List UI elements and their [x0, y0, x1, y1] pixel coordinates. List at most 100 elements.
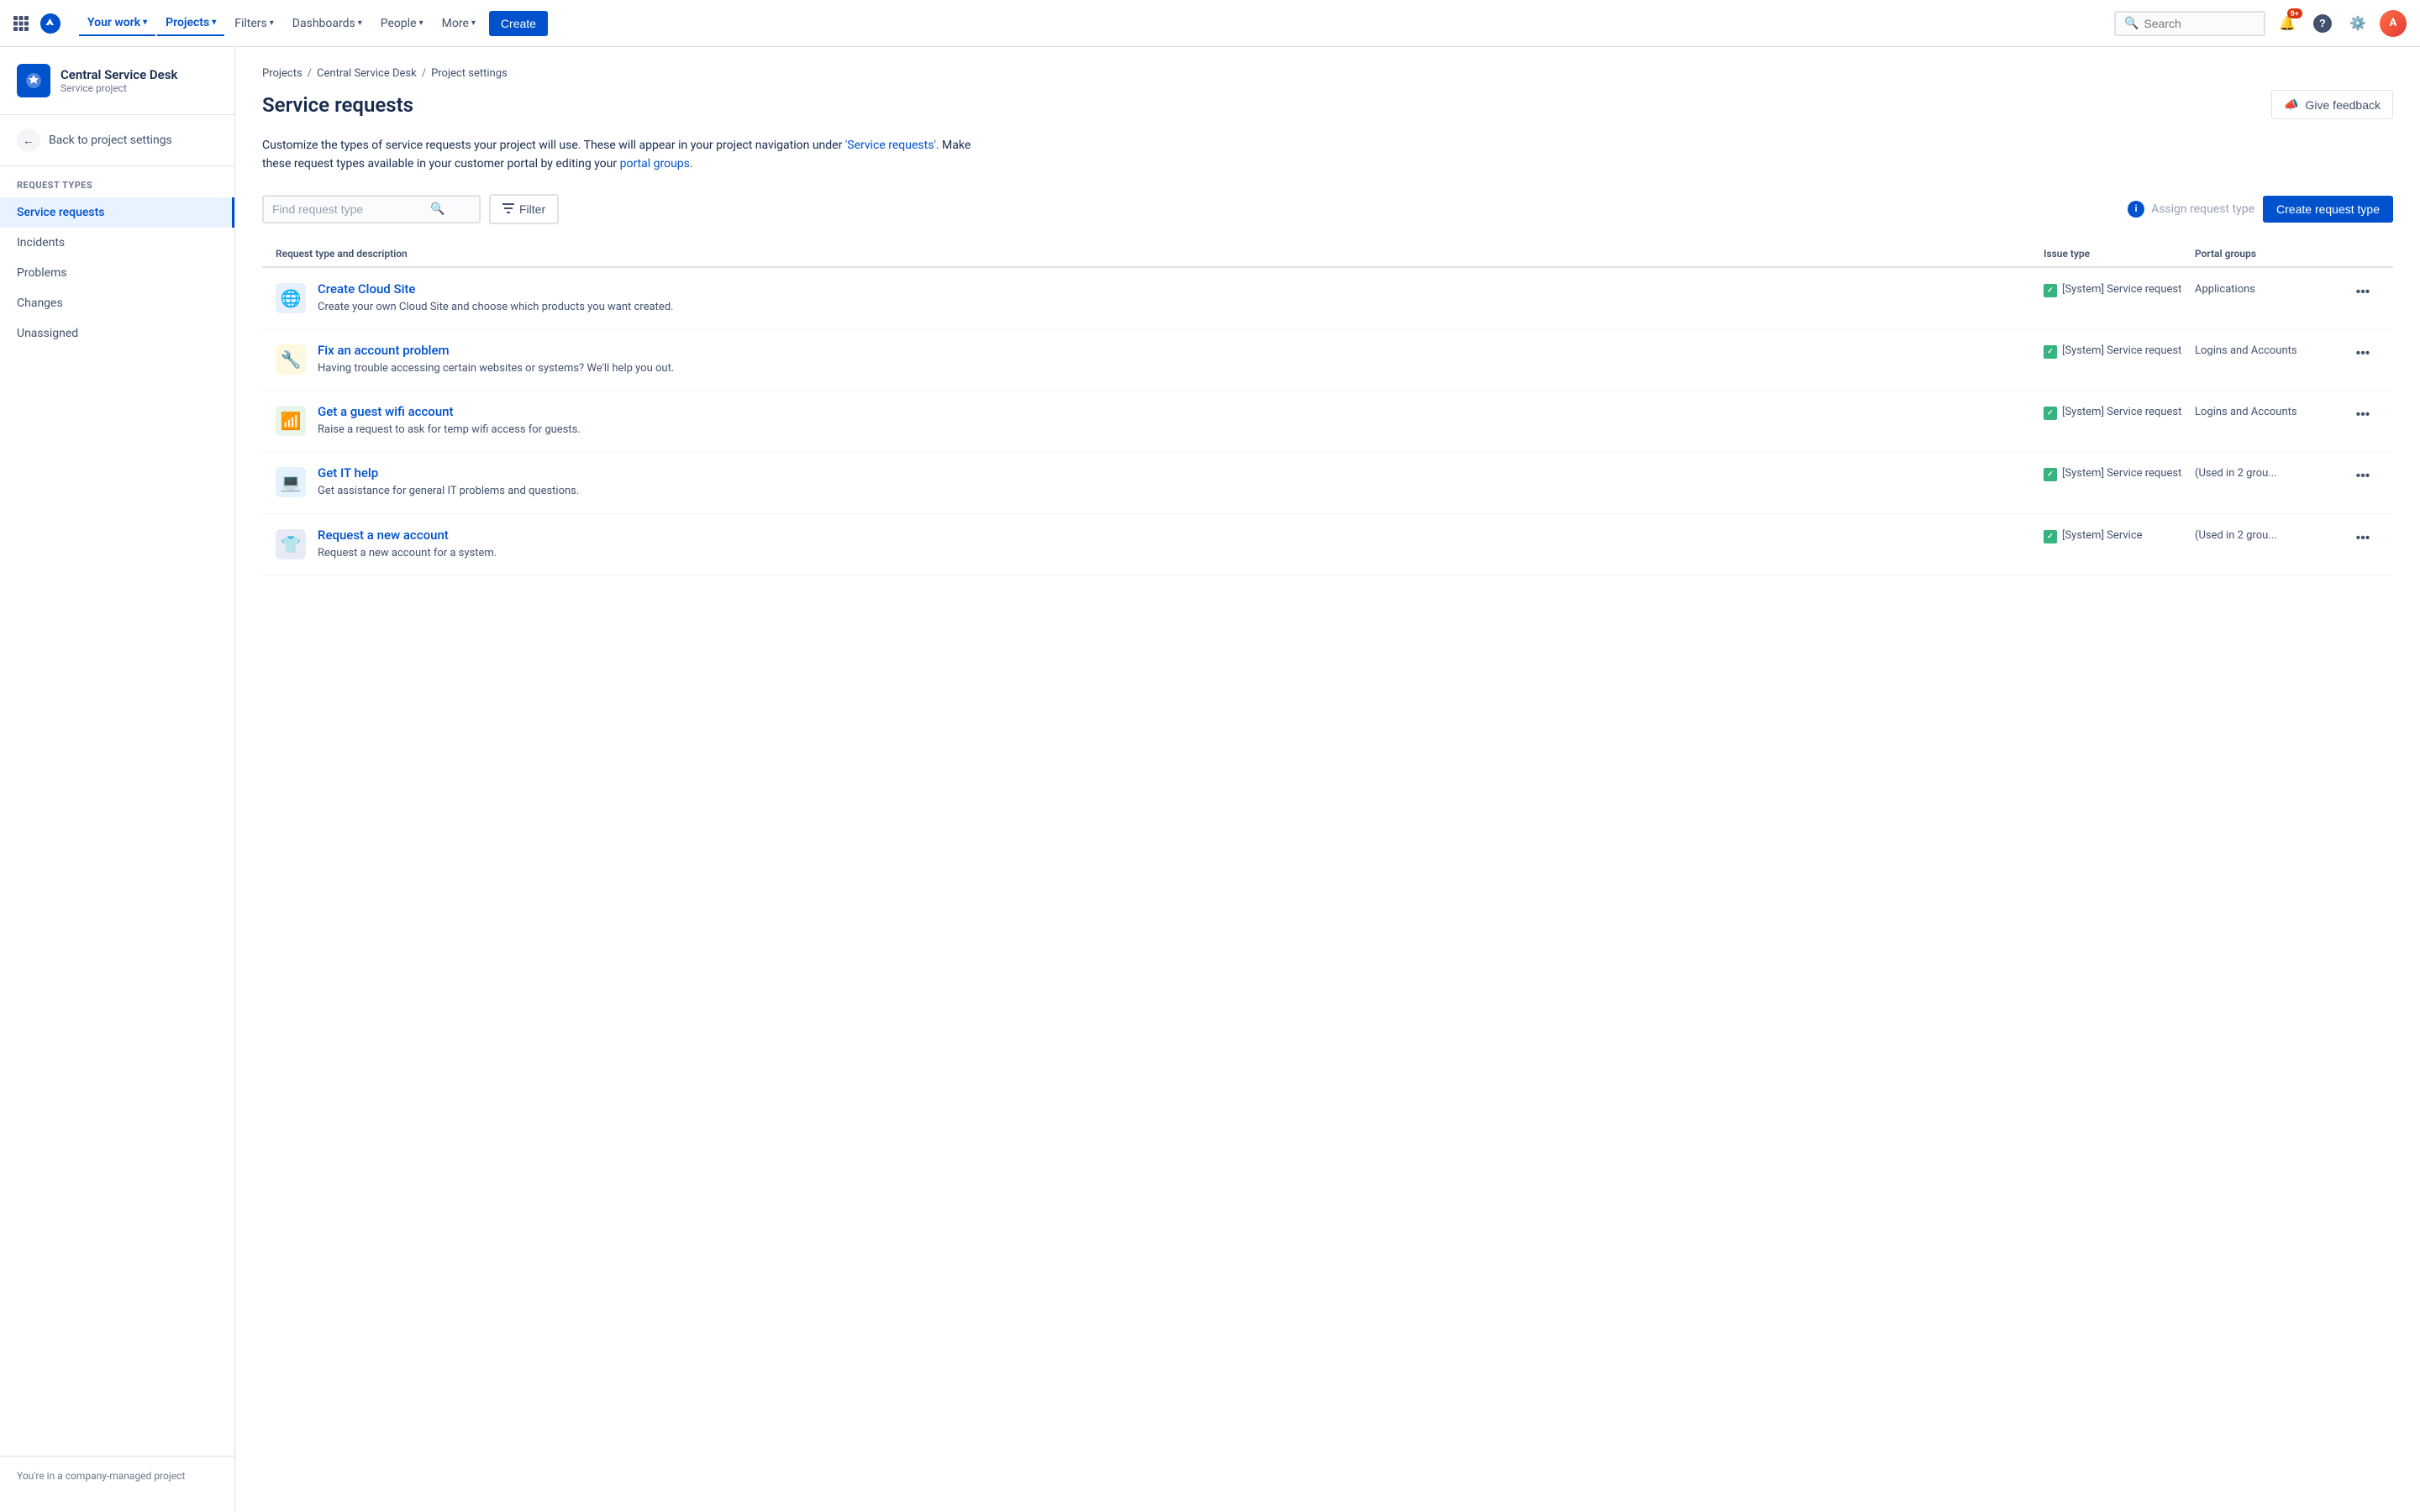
table-row: 👕 Request a new account Request a new ac…	[262, 514, 2393, 575]
create-button[interactable]: Create	[489, 11, 548, 36]
main-content: Projects / Central Service Desk / Projec…	[235, 47, 2420, 1512]
table-row: 📶 Get a guest wifi account Raise a reque…	[262, 391, 2393, 452]
request-desc-it-help: Get assistance for general IT problems a…	[318, 484, 2044, 499]
back-to-project-settings-button[interactable]: ← Back to project settings	[0, 115, 234, 166]
give-feedback-button[interactable]: 📣 Give feedback	[2271, 90, 2393, 119]
help-button[interactable]: ?	[2309, 10, 2336, 37]
issue-type-cell: ✓ [System] Service request	[2044, 404, 2195, 420]
breadcrumb-projects[interactable]: Projects	[262, 67, 302, 80]
sidebar-item-service-requests[interactable]: Service requests	[0, 197, 234, 228]
service-requests-link[interactable]: 'Service requests'	[845, 139, 936, 152]
request-type-cell: 📶 Get a guest wifi account Raise a reque…	[276, 404, 2044, 438]
portal-groups-link[interactable]: portal groups	[620, 157, 690, 171]
nav-item-filters[interactable]: Filters ▾	[226, 12, 282, 35]
issue-type-icon: ✓	[2044, 284, 2057, 297]
assign-type-wrapper: i Assign request type	[2128, 201, 2254, 218]
search-box[interactable]: 🔍	[2114, 11, 2265, 36]
sidebar-item-unassigned[interactable]: Unassigned	[0, 318, 234, 349]
issue-type-cell: ✓ [System] Service request	[2044, 343, 2195, 359]
table-row: 💻 Get IT help Get assistance for general…	[262, 452, 2393, 513]
col-request-type: Request type and description	[276, 248, 2044, 260]
page-title: Service requests	[262, 93, 413, 117]
project-avatar	[17, 64, 50, 97]
request-icon-account-problem: 🔧	[276, 344, 306, 375]
search-input[interactable]	[2144, 17, 2253, 30]
chevron-down-icon: ▾	[143, 18, 147, 27]
help-icon: ?	[2313, 14, 2332, 33]
avatar[interactable]: A	[2380, 10, 2407, 37]
request-type-cell: 👕 Request a new account Request a new ac…	[276, 528, 2044, 561]
sidebar-item-problems[interactable]: Problems	[0, 258, 234, 288]
page-description: Customize the types of service requests …	[262, 136, 985, 174]
breadcrumb-project-settings[interactable]: Project settings	[431, 67, 508, 80]
request-desc-wifi: Raise a request to ask for temp wifi acc…	[318, 423, 2044, 438]
issue-type-icon: ✓	[2044, 530, 2057, 543]
megaphone-icon: 📣	[2284, 97, 2298, 112]
table-body: 🌐 Create Cloud Site Create your own Clou…	[262, 268, 2393, 575]
nav-item-your-work[interactable]: Your work ▾	[79, 11, 155, 36]
find-request-type-input[interactable]	[272, 202, 424, 216]
sidebar-item-incidents[interactable]: Incidents	[0, 228, 234, 258]
chevron-down-icon: ▾	[212, 18, 216, 27]
request-info: Create Cloud Site Create your own Cloud …	[318, 281, 2044, 315]
portal-groups-cell: Applications	[2195, 281, 2346, 296]
create-request-type-button[interactable]: Create request type	[2263, 196, 2393, 223]
main-layout: Central Service Desk Service project ← B…	[0, 47, 2420, 1512]
request-name-account-problem[interactable]: Fix an account problem	[318, 343, 2044, 358]
more-actions-button-3[interactable]: •••	[2346, 465, 2380, 487]
issue-type-text: [System] Service request	[2062, 283, 2181, 296]
chevron-down-icon: ▾	[419, 18, 424, 28]
notifications-button[interactable]: 🔔 9+	[2274, 10, 2301, 37]
portal-groups-cell: Logins and Accounts	[2195, 343, 2346, 357]
col-issue-type: Issue type	[2044, 248, 2195, 260]
assign-type-text: Assign request type	[2151, 202, 2254, 216]
find-request-type-wrapper[interactable]: 🔍	[262, 195, 481, 223]
grid-icon[interactable]	[13, 16, 29, 31]
request-icon-wifi: 📶	[276, 406, 306, 436]
breadcrumb-sep-1: /	[308, 67, 312, 80]
info-icon[interactable]: i	[2128, 201, 2144, 218]
sidebar-item-changes[interactable]: Changes	[0, 288, 234, 318]
filter-button[interactable]: Filter	[489, 194, 559, 224]
more-actions-button-4[interactable]: •••	[2346, 528, 2380, 549]
request-name-cloud-site[interactable]: Create Cloud Site	[318, 281, 2044, 297]
request-name-wifi[interactable]: Get a guest wifi account	[318, 404, 2044, 419]
breadcrumb-sep-2: /	[422, 67, 426, 80]
nav-item-more[interactable]: More ▾	[434, 12, 484, 35]
request-info: Request a new account Request a new acco…	[318, 528, 2044, 561]
more-actions-button-2[interactable]: •••	[2346, 404, 2380, 426]
breadcrumb-central-service-desk[interactable]: Central Service Desk	[317, 67, 417, 80]
nav-right: 🔍 🔔 9+ ? ⚙️ A	[2114, 10, 2407, 37]
nav-item-projects[interactable]: Projects ▾	[157, 11, 224, 36]
request-icon-it-help: 💻	[276, 467, 306, 497]
issue-type-icon: ✓	[2044, 407, 2057, 420]
project-info: Central Service Desk Service project	[60, 67, 218, 94]
request-info: Fix an account problem Having trouble ac…	[318, 343, 2044, 376]
table-header: Request type and description Issue type …	[262, 241, 2393, 268]
more-actions-button-0[interactable]: •••	[2346, 281, 2380, 303]
portal-groups-cell: Logins and Accounts	[2195, 404, 2346, 418]
col-actions	[2346, 248, 2380, 260]
sidebar-section-label: REQUEST TYPES	[0, 166, 234, 197]
chevron-down-icon: ▾	[471, 18, 476, 28]
nav-item-dashboards[interactable]: Dashboards ▾	[284, 12, 371, 35]
top-nav: Your work ▾ Projects ▾ Filters ▾ Dashboa…	[0, 0, 2420, 47]
col-portal-groups: Portal groups	[2195, 248, 2346, 260]
request-name-new-account[interactable]: Request a new account	[318, 528, 2044, 543]
sidebar-project-header: Central Service Desk Service project	[0, 64, 234, 115]
issue-type-text: [System] Service request	[2062, 406, 2181, 418]
request-info: Get a guest wifi account Raise a request…	[318, 404, 2044, 438]
request-icon-new-account: 👕	[276, 529, 306, 559]
request-desc-new-account: Request a new account for a system.	[318, 546, 2044, 561]
sidebar: Central Service Desk Service project ← B…	[0, 47, 235, 1512]
table-row: 🌐 Create Cloud Site Create your own Clou…	[262, 268, 2393, 329]
issue-type-icon: ✓	[2044, 468, 2057, 481]
toolbar: 🔍 Filter i Assign request type Create re…	[262, 194, 2393, 224]
more-actions-button-1[interactable]: •••	[2346, 343, 2380, 365]
request-name-it-help[interactable]: Get IT help	[318, 465, 2044, 480]
nav-item-people[interactable]: People ▾	[372, 12, 432, 35]
nav-logo[interactable]	[39, 12, 62, 35]
search-icon: 🔍	[430, 202, 445, 216]
sidebar-footer: You're in a company-managed project	[0, 1456, 234, 1495]
settings-button[interactable]: ⚙️	[2344, 10, 2371, 37]
